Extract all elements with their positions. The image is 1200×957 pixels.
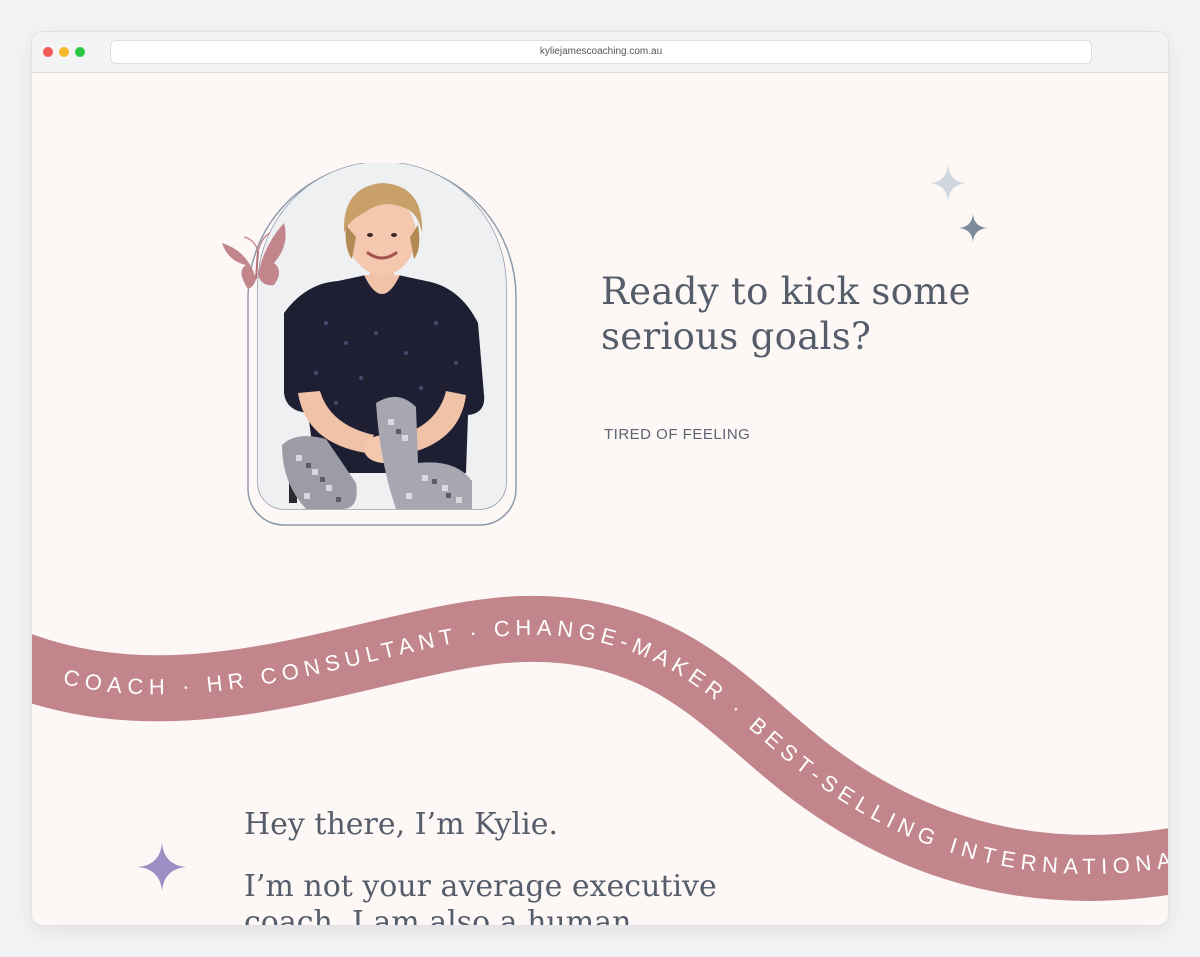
close-window-button[interactable] (43, 47, 53, 57)
intro-title: Hey there, I’m Kylie. (244, 807, 558, 842)
minimize-window-button[interactable] (59, 47, 69, 57)
browser-titlebar: kyliejamescoaching.com.au (32, 32, 1168, 73)
maximize-window-button[interactable] (75, 47, 85, 57)
intro-body: I’m not your average executive coach. I … (244, 869, 717, 925)
role-ribbon: COACH · HR CONSULTANT · CHANGE-MAKER · B… (32, 595, 1168, 901)
sparkle-icon (138, 843, 186, 891)
browser-window: kyliejamescoaching.com.au Ready to kick … (32, 32, 1168, 925)
address-bar[interactable]: kyliejamescoaching.com.au (110, 40, 1092, 64)
ribbon-band (32, 595, 1168, 901)
page-content: Ready to kick some serious goals? TIRED … (32, 73, 1168, 925)
